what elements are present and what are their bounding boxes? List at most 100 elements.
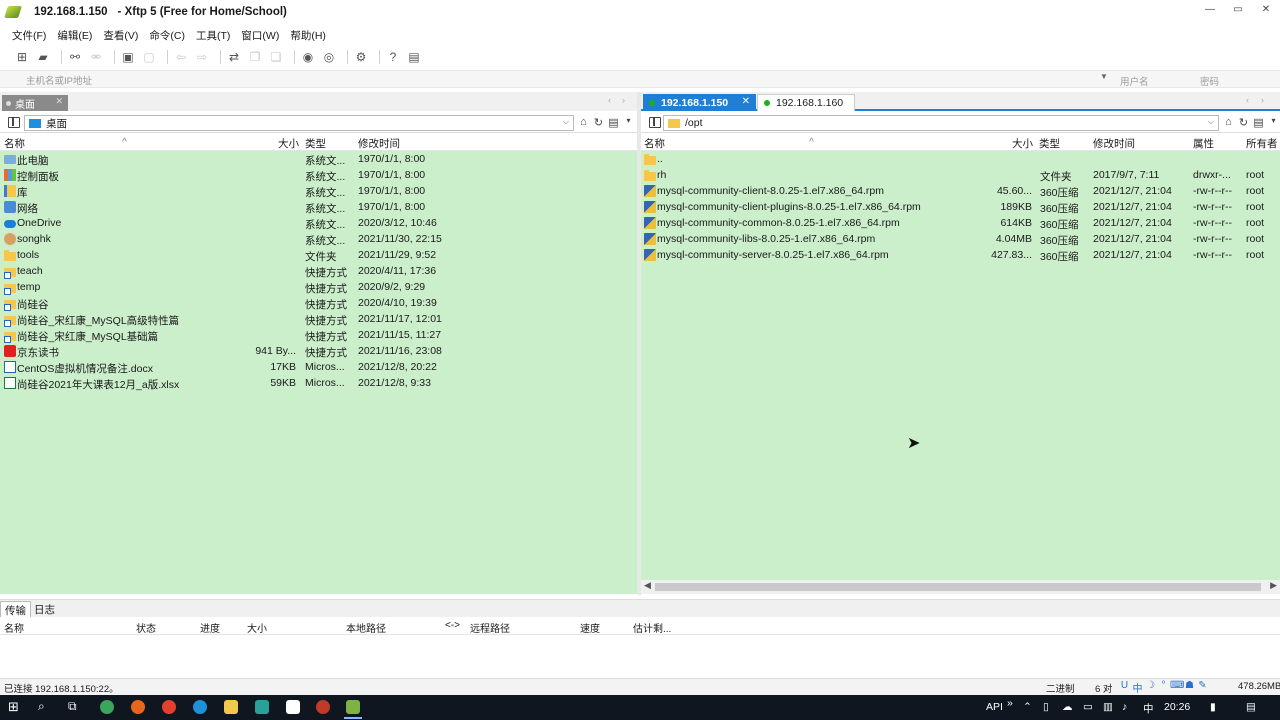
column-remote-path[interactable]: 远程路径 (470, 620, 510, 635)
tab-log[interactable]: 日志 (30, 601, 59, 617)
new-tab-icon[interactable]: ▢ (141, 49, 157, 65)
display-icon[interactable]: ▭ (1083, 701, 1093, 713)
task-view-icon[interactable]: ⧉ (68, 699, 77, 714)
close-icon[interactable]: ✕ (55, 96, 63, 107)
ime-language-indicator[interactable]: 中 (1143, 701, 1154, 716)
column-owner[interactable]: 所有者 (1246, 136, 1278, 151)
left-file-row[interactable]: tools 文件夹 2021/11/29, 9:52 (0, 248, 637, 264)
left-file-row[interactable]: OneDrive 系统文... 2020/3/12, 10:46 (0, 216, 637, 232)
left-file-row[interactable]: 尚硅谷2021年大课表12月_a版.xlsx 59KB Micros... 2021/… (0, 376, 637, 392)
tray-overflow-icon[interactable]: » (1007, 697, 1013, 709)
left-file-row[interactable]: 控制面板 系统文... 1970/1/1, 8:00 (0, 168, 637, 184)
column-speed[interactable]: 速度 (580, 620, 600, 635)
edge-icon[interactable] (193, 700, 207, 714)
password-input[interactable]: 密码 (1200, 74, 1219, 88)
home-icon[interactable]: ⌂ (1221, 116, 1236, 129)
usb-icon[interactable]: ▯ (1043, 701, 1049, 713)
chevron-down-icon[interactable]: ▾ (621, 116, 636, 129)
ime-keyboard-icon[interactable]: ⌨ (1170, 680, 1184, 695)
notifications-icon[interactable]: ▤ (1246, 701, 1256, 713)
left-file-row[interactable]: 尚硅谷_宋红康_MySQL高级特性篇 快捷方式 2021/11/17, 12:01 (0, 312, 637, 328)
xshell-icon[interactable]: ◉ (300, 49, 316, 65)
paste-icon[interactable]: ❏ (268, 49, 284, 65)
tab-transfer[interactable]: 传输 (0, 601, 31, 617)
sidebar-toggle-icon[interactable] (649, 117, 661, 128)
left-file-row[interactable]: CentOS虚拟机情况备注.docx 17KB Micros... 2021/12/8… (0, 360, 637, 376)
chat-icon[interactable]: ▤ (406, 49, 422, 65)
right-file-row[interactable]: rh 文件夹 2017/9/7, 7:11 drwxr-... root (641, 168, 1280, 184)
tab-scroll-left-icon[interactable]: ‹ (608, 95, 611, 105)
right-file-row[interactable]: mysql-community-client-plugins-8.0.25-1.… (641, 200, 1280, 216)
scrollbar-thumb[interactable] (655, 583, 1261, 591)
column-status[interactable]: 状态 (136, 620, 156, 635)
chevron-down-icon[interactable]: ⌵ (1208, 117, 1214, 127)
view-icon[interactable]: ▤ (606, 116, 621, 129)
left-file-row[interactable]: temp 快捷方式 2020/9/2, 9:29 (0, 280, 637, 296)
view-icon[interactable]: ▤ (1251, 116, 1266, 129)
left-file-row[interactable]: 库 系统文... 1970/1/1, 8:00 (0, 184, 637, 200)
maximize-button[interactable]: ▭ (1224, 0, 1252, 22)
minimize-button[interactable]: — (1196, 0, 1224, 22)
disconnect-icon[interactable]: ⚮ (88, 49, 104, 65)
left-file-row[interactable]: 此电脑 系统文... 1970/1/1, 8:00 (0, 152, 637, 168)
menu-command[interactable]: 命令(C) (149, 28, 185, 43)
tab-scroll-left-icon[interactable]: ‹ (1246, 95, 1249, 105)
menu-file[interactable]: 文件(F) (12, 28, 46, 43)
menu-help[interactable]: 帮助(H) (290, 28, 326, 43)
tab-scroll-right-icon[interactable]: › (1261, 95, 1264, 105)
xftp-icon[interactable]: ◎ (321, 49, 337, 65)
right-file-row[interactable]: mysql-community-server-8.0.25-1.el7.x86_… (641, 248, 1280, 264)
network-icon[interactable]: ▥ (1103, 701, 1113, 713)
xftp-taskbar-icon[interactable] (346, 700, 360, 714)
refresh-icon[interactable]: ↻ (1236, 116, 1251, 129)
left-file-row[interactable]: teach 快捷方式 2020/4/11, 17:36 (0, 264, 637, 280)
tab-local-desktop[interactable]: 桌面 ✕ (2, 95, 68, 111)
ime-moon-icon[interactable]: ☽ (1144, 680, 1157, 695)
firefox-icon[interactable] (131, 700, 145, 714)
column-size[interactable]: 大小 (247, 620, 267, 635)
app-icon[interactable] (255, 700, 269, 714)
right-file-row[interactable]: mysql-community-client-8.0.25-1.el7.x86_… (641, 184, 1280, 200)
remote-path-field[interactable]: /opt ⌵ (663, 115, 1219, 131)
column-size[interactable]: 大小 (1012, 136, 1033, 151)
column-progress[interactable]: 进度 (200, 620, 220, 635)
notepad-icon[interactable] (286, 700, 300, 714)
left-file-row[interactable]: songhk 系统文... 2021/11/30, 22:15 (0, 232, 637, 248)
column-modified[interactable]: 修改时间 (1093, 136, 1135, 151)
search-icon[interactable]: ⌕ (38, 699, 45, 714)
ime-tool-icon[interactable]: ✎ (1196, 680, 1209, 695)
ime-skin-icon[interactable]: ☗ (1183, 680, 1196, 695)
ime-mode-icon[interactable]: ▮ (1210, 701, 1216, 713)
column-direction[interactable]: <-> (445, 620, 460, 631)
new-session-icon[interactable]: ⊞ (14, 49, 30, 65)
ime-punct-icon[interactable]: ° (1157, 680, 1170, 695)
ime-u-icon[interactable]: U (1118, 680, 1131, 695)
host-input[interactable]: 主机名或IP地址 (26, 73, 92, 87)
local-path-field[interactable]: 桌面 ⌵ (24, 115, 574, 131)
app-360-browser-icon[interactable] (100, 700, 114, 714)
chrome-icon[interactable] (162, 700, 176, 714)
menu-window[interactable]: 窗口(W) (241, 28, 279, 43)
column-name[interactable]: 名称 (4, 620, 24, 635)
open-folder-icon[interactable]: ▰ (35, 49, 51, 65)
copy-icon[interactable]: ❐ (247, 49, 263, 65)
close-icon[interactable]: ✕ (742, 96, 750, 107)
left-file-row[interactable]: 尚硅谷_宋红康_MySQL基础篇 快捷方式 2021/11/15, 11:27 (0, 328, 637, 344)
column-local-path[interactable]: 本地路径 (346, 620, 386, 635)
help-icon[interactable]: ? (385, 49, 401, 65)
menu-tools[interactable]: 工具(T) (196, 28, 230, 43)
menu-edit[interactable]: 编辑(E) (57, 28, 92, 43)
chevron-up-icon[interactable]: ⌃ (1023, 701, 1032, 713)
column-name[interactable]: 名称 (644, 136, 665, 151)
windows-start-icon[interactable]: ⊞ (8, 699, 19, 715)
ime-chinese-icon[interactable]: 中 (1131, 680, 1144, 695)
api-tray-label[interactable]: API (986, 701, 1003, 713)
left-file-row[interactable]: 网络 系统文... 1970/1/1, 8:00 (0, 200, 637, 216)
properties-icon[interactable]: ▣ (120, 49, 136, 65)
right-file-row[interactable]: mysql-community-libs-8.0.25-1.el7.x86_64… (641, 232, 1280, 248)
clock[interactable]: 20:26 (1164, 701, 1190, 713)
column-size[interactable]: 大小 (278, 136, 299, 151)
right-file-row[interactable]: mysql-community-common-8.0.25-1.el7.x86_… (641, 216, 1280, 232)
left-file-row[interactable]: 京东读书 941 By... 快捷方式 2021/11/16, 23:08 (0, 344, 637, 360)
column-eta[interactable]: 估计剩... (633, 620, 671, 635)
